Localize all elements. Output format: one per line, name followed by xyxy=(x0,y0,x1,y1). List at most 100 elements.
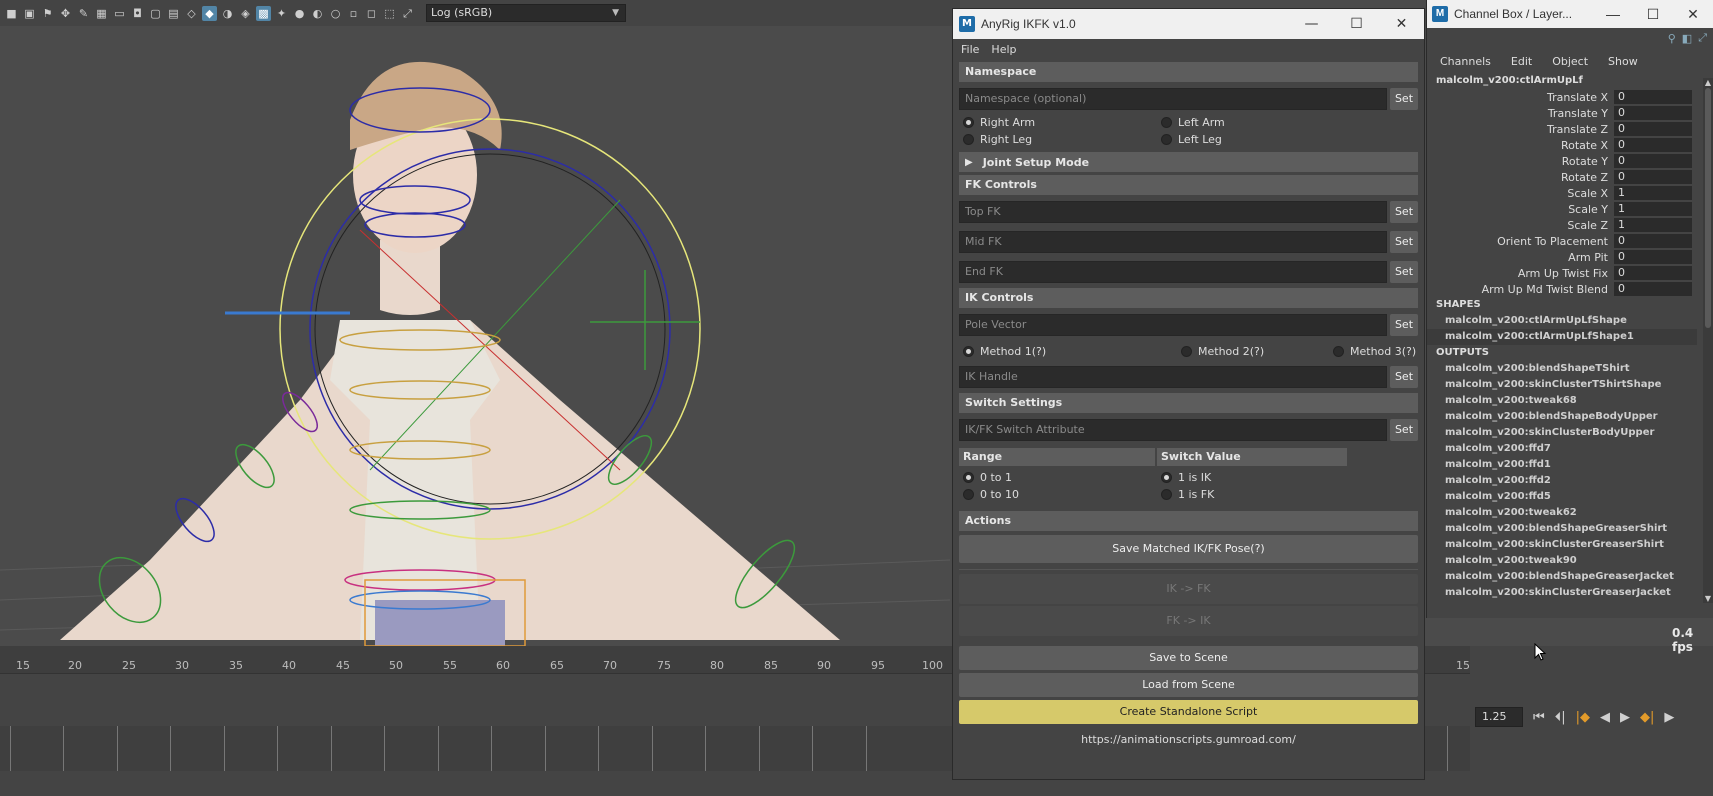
output-item[interactable]: malcolm_v200:skinClusterTShirtShape xyxy=(1427,377,1697,393)
attribute-editor-icon[interactable]: ◧ xyxy=(1682,32,1692,45)
go-to-end-icon[interactable]: ▶ xyxy=(1664,710,1674,725)
step-back-key-icon[interactable]: ⏴| xyxy=(1555,710,1566,725)
play-forward-icon[interactable]: ▶ xyxy=(1620,710,1630,725)
mid-fk-input[interactable]: Mid FK xyxy=(959,231,1387,253)
textured-icon[interactable]: ◈ xyxy=(238,6,253,21)
range-0-10-radio[interactable]: 0 to 10 xyxy=(959,488,1019,501)
xray-icon[interactable]: ◻ xyxy=(364,6,379,21)
isolate-icon[interactable]: ▫ xyxy=(346,6,361,21)
output-item[interactable]: malcolm_v200:blendShapeGreaserJacket xyxy=(1427,569,1697,585)
pencil-icon[interactable]: ✎ xyxy=(76,6,91,21)
menu-edit[interactable]: Edit xyxy=(1511,55,1532,68)
camera-lock-icon[interactable]: ▣ xyxy=(22,6,37,21)
pole-vector-set-button[interactable]: Set xyxy=(1390,314,1418,336)
tool-settings-icon[interactable]: ⤢ xyxy=(1698,31,1707,45)
color-space-select[interactable]: Log (sRGB) ▼ xyxy=(426,4,626,22)
channel-box-toggle-icon[interactable]: ⚲ xyxy=(1668,32,1676,45)
end-fk-set-button[interactable]: Set xyxy=(1390,261,1418,283)
output-item[interactable]: malcolm_v200:skinClusterGreaserShirt xyxy=(1427,537,1697,553)
ao-icon[interactable]: ● xyxy=(292,6,307,21)
menu-show[interactable]: Show xyxy=(1608,55,1638,68)
attribute-value[interactable]: 0 xyxy=(1614,266,1692,280)
attribute-value[interactable]: 0 xyxy=(1614,234,1692,248)
top-fk-input[interactable]: Top FK xyxy=(959,201,1387,223)
method3-radio[interactable]: Method 3(?) xyxy=(1329,345,1416,358)
method2-radio[interactable]: Method 2(?) xyxy=(1177,345,1329,358)
play-backwards-icon[interactable]: ◀ xyxy=(1600,710,1610,725)
ik-handle-set-button[interactable]: Set xyxy=(1390,366,1418,388)
expand-icon[interactable]: ⤢ xyxy=(400,6,415,21)
mid-fk-set-button[interactable]: Set xyxy=(1390,231,1418,253)
method1-radio[interactable]: Method 1(?) xyxy=(959,345,1177,358)
right-arm-radio[interactable]: Right Arm xyxy=(959,116,1157,129)
output-item[interactable]: malcolm_v200:skinClusterGreaserJacket xyxy=(1427,585,1697,601)
scroll-thumb[interactable] xyxy=(1705,88,1711,328)
menu-object[interactable]: Object xyxy=(1552,55,1588,68)
motion-blur-icon[interactable]: ◐ xyxy=(310,6,325,21)
xray-joints-icon[interactable]: ⬚ xyxy=(382,6,397,21)
selected-object-name[interactable]: malcolm_v200:ctlArmUpLf xyxy=(1427,75,1713,89)
move-icon[interactable]: ✥ xyxy=(58,6,73,21)
switch-attribute-set-button[interactable]: Set xyxy=(1390,419,1418,441)
current-frame-field[interactable]: 1.25 xyxy=(1475,707,1523,727)
attribute-value[interactable]: 1 xyxy=(1614,186,1692,200)
output-item[interactable]: malcolm_v200:blendShapeBodyUpper xyxy=(1427,409,1697,425)
menu-channels[interactable]: Channels xyxy=(1440,55,1491,68)
namespace-input[interactable]: Namespace (optional) xyxy=(959,88,1387,110)
output-item[interactable]: malcolm_v200:ffd5 xyxy=(1427,489,1697,505)
menu-file[interactable]: File xyxy=(961,43,979,56)
namespace-set-button[interactable]: Set xyxy=(1390,88,1418,110)
attribute-value[interactable]: 0 xyxy=(1614,138,1692,152)
shape-item[interactable]: malcolm_v200:ctlArmUpLfShape xyxy=(1427,313,1697,329)
shaded-wire-icon[interactable]: ◑ xyxy=(220,6,235,21)
gumroad-link[interactable]: https://animationscripts.gumroad.com/ xyxy=(959,733,1418,746)
attribute-value[interactable]: 0 xyxy=(1614,250,1692,264)
scroll-up-icon[interactable]: ▲ xyxy=(1703,78,1713,87)
channel-box-titlebar[interactable]: M Channel Box / Layer... — ☐ ✕ xyxy=(1427,0,1713,28)
pole-vector-input[interactable]: Pole Vector xyxy=(959,314,1387,336)
antialias-icon[interactable]: ○ xyxy=(328,6,343,21)
resolution-gate-icon[interactable]: ◘ xyxy=(130,6,145,21)
attribute-value[interactable]: 0 xyxy=(1614,170,1692,184)
attribute-row[interactable]: Arm Up Twist Fix 0 xyxy=(1427,265,1713,281)
maximize-icon[interactable]: ☐ xyxy=(1633,6,1673,23)
attribute-value[interactable]: 1 xyxy=(1614,202,1692,216)
minimize-icon[interactable]: — xyxy=(1289,16,1334,32)
end-fk-input[interactable]: End FK xyxy=(959,261,1387,283)
shadows-icon[interactable]: ✦ xyxy=(274,6,289,21)
range-0-1-radio[interactable]: 0 to 1 xyxy=(959,471,1012,484)
menu-help[interactable]: Help xyxy=(991,43,1016,56)
save-matched-pose-button[interactable]: Save Matched IK/FK Pose(?) xyxy=(959,535,1418,563)
attribute-row[interactable]: Translate X 0 xyxy=(1427,89,1713,105)
attribute-value[interactable]: 0 xyxy=(1614,90,1692,104)
output-item[interactable]: malcolm_v200:blendShapeTShirt xyxy=(1427,361,1697,377)
next-key-icon[interactable]: ◆| xyxy=(1640,710,1654,725)
attribute-row[interactable]: Arm Up Md Twist Blend 0 xyxy=(1427,281,1713,297)
wireframe-icon[interactable]: ◇ xyxy=(184,6,199,21)
right-leg-radio[interactable]: Right Leg xyxy=(959,133,1157,146)
output-item[interactable]: malcolm_v200:blendShapeGreaserShirt xyxy=(1427,521,1697,537)
output-item[interactable]: malcolm_v200:tweak90 xyxy=(1427,553,1697,569)
close-icon[interactable]: ✕ xyxy=(1673,6,1713,23)
load-from-scene-button[interactable]: Load from Scene xyxy=(959,673,1418,697)
attribute-row[interactable]: Scale Y 1 xyxy=(1427,201,1713,217)
ik-to-fk-button[interactable]: IK -> FK xyxy=(959,574,1418,604)
prev-key-icon[interactable]: |◆ xyxy=(1576,710,1590,725)
attribute-row[interactable]: Arm Pit 0 xyxy=(1427,249,1713,265)
ik-handle-input[interactable]: IK Handle xyxy=(959,366,1387,388)
grid-icon[interactable]: ▦ xyxy=(94,6,109,21)
output-item[interactable]: malcolm_v200:skinClusterBodyUpper xyxy=(1427,425,1697,441)
film-gate-icon[interactable]: ▭ xyxy=(112,6,127,21)
output-item[interactable]: malcolm_v200:tweak62 xyxy=(1427,505,1697,521)
safe-area-icon[interactable]: ▢ xyxy=(148,6,163,21)
shape-item[interactable]: malcolm_v200:ctlArmUpLfShape1 xyxy=(1427,329,1697,345)
smooth-shade-icon[interactable]: ◆ xyxy=(202,5,217,21)
attribute-row[interactable]: Orient To Placement 0 xyxy=(1427,233,1713,249)
minimize-icon[interactable]: — xyxy=(1593,6,1633,22)
output-item[interactable]: malcolm_v200:ffd2 xyxy=(1427,473,1697,489)
attribute-value[interactable]: 0 xyxy=(1614,282,1692,296)
left-arm-radio[interactable]: Left Arm xyxy=(1157,116,1225,129)
fk-to-ik-button[interactable]: FK -> IK xyxy=(959,606,1418,636)
attribute-row[interactable]: Rotate Y 0 xyxy=(1427,153,1713,169)
attribute-value[interactable]: 0 xyxy=(1614,106,1692,120)
